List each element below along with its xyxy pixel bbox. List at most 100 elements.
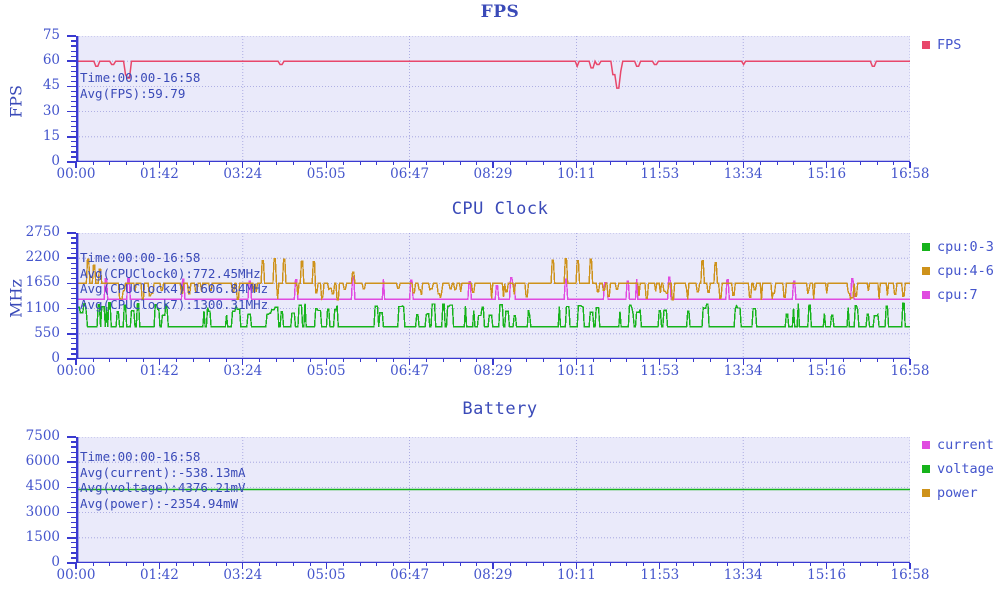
bat-y-tick: 3000 [25, 503, 60, 520]
fps-x-minor-tick [442, 162, 444, 165]
cpu-x-minor-tick [276, 359, 278, 362]
cpu-x-tick-mark [575, 359, 578, 365]
cpu-x-minor-tick [793, 359, 795, 362]
cpu-clock-chart-title: CPU Clock [451, 199, 549, 219]
fps-x-tick: 01:42 [139, 166, 179, 182]
fps-y-minor-tick [71, 55, 76, 57]
cpu-y-minor-tick [71, 287, 76, 290]
legend-item-cpu-4-6[interactable]: cpu:4-6 [922, 259, 994, 283]
bat-x-minor-tick [376, 563, 378, 566]
bat-x-minor-tick [709, 563, 711, 566]
fps-x-minor-tick [693, 162, 695, 165]
fps-x-tick: 13:34 [723, 166, 763, 182]
bat-y-minor-tick [71, 501, 76, 504]
cpu-y-tick-mark [67, 333, 76, 335]
cpu-x-tick: 11:53 [640, 363, 680, 379]
fps-y-minor-tick [71, 121, 76, 123]
legend-item-power[interactable]: power [922, 481, 994, 505]
bat-x-tick: 13:34 [723, 567, 763, 583]
battery-chart-panel: Battery 0 1500 3000 4500 6000 7500 00:00 01:42… [0, 397, 1000, 603]
cpu-x-minor-tick [609, 359, 611, 362]
fps-y-minor-tick [71, 95, 76, 98]
bat-x-minor-tick [509, 563, 511, 566]
bat-x-tick-mark [575, 563, 578, 569]
bat-y-minor-tick [71, 466, 76, 468]
cpu-y-minor-tick [71, 242, 76, 244]
fps-y-tick: 45 [42, 77, 60, 94]
fps-y-minor-tick [71, 131, 76, 133]
fps-plot-svg [76, 36, 910, 162]
bat-plot-svg [76, 437, 910, 563]
cpu-x-minor-tick [292, 359, 294, 362]
fps-x-minor-tick [459, 162, 461, 165]
legend-item-current[interactable]: current [922, 433, 994, 457]
fps-x-minor-tick [643, 162, 645, 165]
bat-x-minor-tick [259, 563, 261, 566]
bat-x-tick: 11:53 [640, 567, 680, 583]
bat-x-tick: 15:16 [807, 567, 847, 583]
fps-y-tick-mark [67, 85, 76, 88]
cpu-x-tick-mark [659, 359, 661, 365]
fps-x-minor-tick [109, 162, 111, 165]
bat-x-tick-mark [659, 563, 661, 569]
fps-x-minor-tick [92, 162, 94, 165]
fps-x-minor-tick [859, 162, 861, 165]
bat-x-minor-tick [126, 563, 128, 566]
bat-x-minor-tick [776, 563, 778, 566]
legend-item-fps[interactable]: FPS [922, 33, 961, 57]
fps-x-minor-tick [609, 162, 611, 165]
legend-swatch-icon [922, 291, 930, 299]
fps-x-tick: 05:05 [306, 166, 346, 182]
cpu-x-minor-tick [543, 359, 545, 362]
bat-x-minor-tick [142, 563, 144, 566]
fps-x-minor-tick [593, 162, 595, 165]
fps-x-tick-mark [742, 162, 744, 168]
cpu-x-minor-tick [209, 359, 211, 362]
cpu-x-minor-tick [309, 359, 311, 362]
cpu-x-minor-tick [359, 359, 361, 362]
bat-x-minor-tick [276, 563, 278, 566]
cpu-x-minor-tick [809, 359, 811, 362]
bat-y-minor-tick [71, 451, 76, 453]
legend-item-cpu-7[interactable]: cpu:7 [922, 283, 994, 307]
fps-y-minor-tick [71, 90, 76, 93]
cpu-y-minor-tick [71, 297, 76, 300]
bat-x-tick-mark [909, 563, 911, 569]
bat-y-minor-tick [71, 506, 76, 509]
fps-x-minor-tick [793, 162, 795, 165]
fps-y-minor-tick [71, 75, 76, 77]
fps-x-tick: 03:24 [223, 166, 263, 182]
fps-y-minor-tick [71, 105, 76, 108]
cpu-y-tick-mark [67, 257, 76, 259]
cpu-plot-area [76, 233, 910, 359]
bat-y-minor-tick [71, 557, 76, 559]
battery-chart-title: Battery [462, 399, 538, 419]
fps-x-tick: 16:58 [890, 166, 930, 182]
fps-x-minor-tick [276, 162, 278, 165]
fps-y-tick-mark [67, 110, 76, 113]
cpu-y-tick: 1650 [25, 274, 60, 291]
cpu-x-minor-tick [643, 359, 645, 362]
bat-x-minor-tick [92, 563, 94, 566]
cpu-x-minor-tick [893, 359, 895, 362]
fps-x-minor-tick [893, 162, 895, 165]
cpu-y-minor-tick [71, 318, 76, 320]
fps-y-minor-tick [71, 50, 76, 52]
bat-x-minor-tick [759, 563, 761, 566]
fps-x-tick: 06:47 [390, 166, 430, 182]
bat-x-tick: 16:58 [890, 567, 930, 583]
fps-x-tick: 11:53 [640, 166, 680, 182]
cpu-x-tick: 15:16 [807, 363, 847, 379]
bat-y-minor-tick [71, 496, 76, 499]
cpu-x-minor-tick [509, 359, 511, 362]
bat-x-minor-tick [876, 563, 878, 566]
legend-item-voltage[interactable]: voltage [922, 457, 994, 481]
bat-x-minor-tick [593, 563, 595, 566]
cpu-y-minor-tick [71, 292, 76, 295]
fps-x-minor-tick [192, 162, 194, 165]
cpu-x-tick-mark [242, 359, 244, 365]
fps-y-minor-tick [71, 45, 76, 47]
legend-item-cpu-0-3[interactable]: cpu:0-3 [922, 235, 994, 259]
cpu-y-tick: 2200 [25, 249, 60, 266]
bat-x-tick-mark [492, 563, 494, 569]
